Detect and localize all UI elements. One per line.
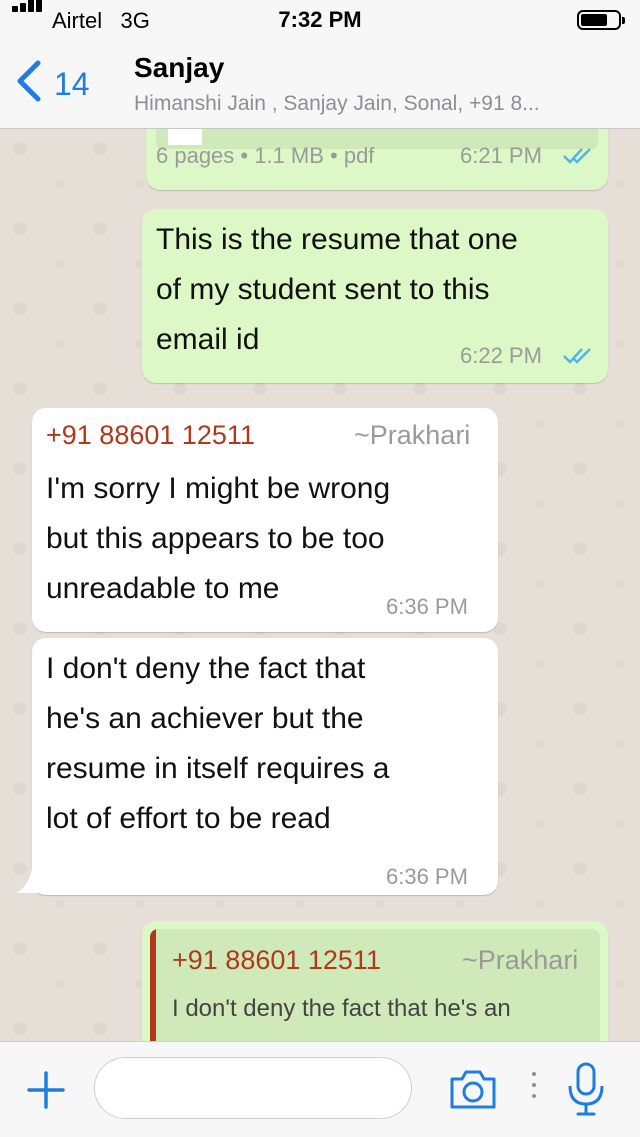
message-input[interactable] [94,1057,412,1119]
camera-icon[interactable] [448,1067,498,1111]
back-button[interactable]: 14 [14,58,104,108]
incoming-message[interactable]: +91 88601 12511 ~Prakhari I'm sorry I mi… [32,408,498,632]
sender-alias: ~Prakhari [354,420,471,450]
read-ticks-icon [563,348,591,364]
document-meta: 6 pages • 1.1 MB • pdf [156,143,375,168]
quote-sender-alias: ~Prakhari [462,945,579,975]
outgoing-message[interactable]: This is the resume that one of my studen… [142,209,608,383]
composer-bar [0,1041,640,1137]
bubble-tail [16,869,38,893]
back-chevron-icon [17,60,41,102]
outgoing-reply-message[interactable]: +91 88601 12511 ~Prakhari I don't deny t… [142,921,608,1041]
message-line: lot of effort to be read [46,802,331,835]
battery-icon [577,10,625,30]
message-line: I don't deny the fact that [46,652,366,685]
quote-sender-phone: +91 88601 12511 [172,945,381,975]
unread-count: 14 [54,66,90,102]
message-line: This is the resume that one [156,223,518,256]
message-time: 6:22 PM [460,343,542,368]
chat-area[interactable]: 6 pages • 1.1 MB • pdf 6:21 PM This is t… [0,129,640,1041]
chat-title[interactable]: Sanjay [134,52,224,84]
message-time: 6:36 PM [386,594,468,619]
chat-participants[interactable]: Himanshi Jain , Sanjay Jain, Sonal, +91 … [134,92,614,116]
separator-dots [530,1072,538,1105]
message-time: 6:21 PM [460,143,542,168]
quote-bar [150,929,156,1041]
message-line: resume in itself requires a [46,752,390,785]
status-time: 7:32 PM [278,7,362,32]
sender-phone[interactable]: +91 88601 12511 [46,420,255,451]
status-bar: Airtel 3G 7:32 PM [0,0,640,40]
quote-text: I don't deny the fact that he's an [172,995,511,1022]
plus-icon[interactable] [26,1070,66,1110]
message-line: of my student sent to this [156,273,490,306]
mic-icon[interactable] [566,1062,606,1116]
document-message[interactable]: 6 pages • 1.1 MB • pdf 6:21 PM [146,129,608,190]
message-line: unreadable to me [46,572,280,605]
message-time: 6:36 PM [386,864,468,889]
message-line: I'm sorry I might be wrong [46,472,391,505]
message-line: he's an achiever but the [46,702,364,735]
quoted-message[interactable]: +91 88601 12511 ~Prakhari I don't deny t… [150,929,600,1041]
incoming-message[interactable]: I don't deny the fact that he's an achie… [32,638,498,895]
chat-header: 14 Sanjay Himanshi Jain , Sanjay Jain, S… [0,40,640,129]
read-ticks-icon [563,148,591,164]
message-line: but this appears to be too [46,522,385,555]
message-line: email id [156,323,260,356]
